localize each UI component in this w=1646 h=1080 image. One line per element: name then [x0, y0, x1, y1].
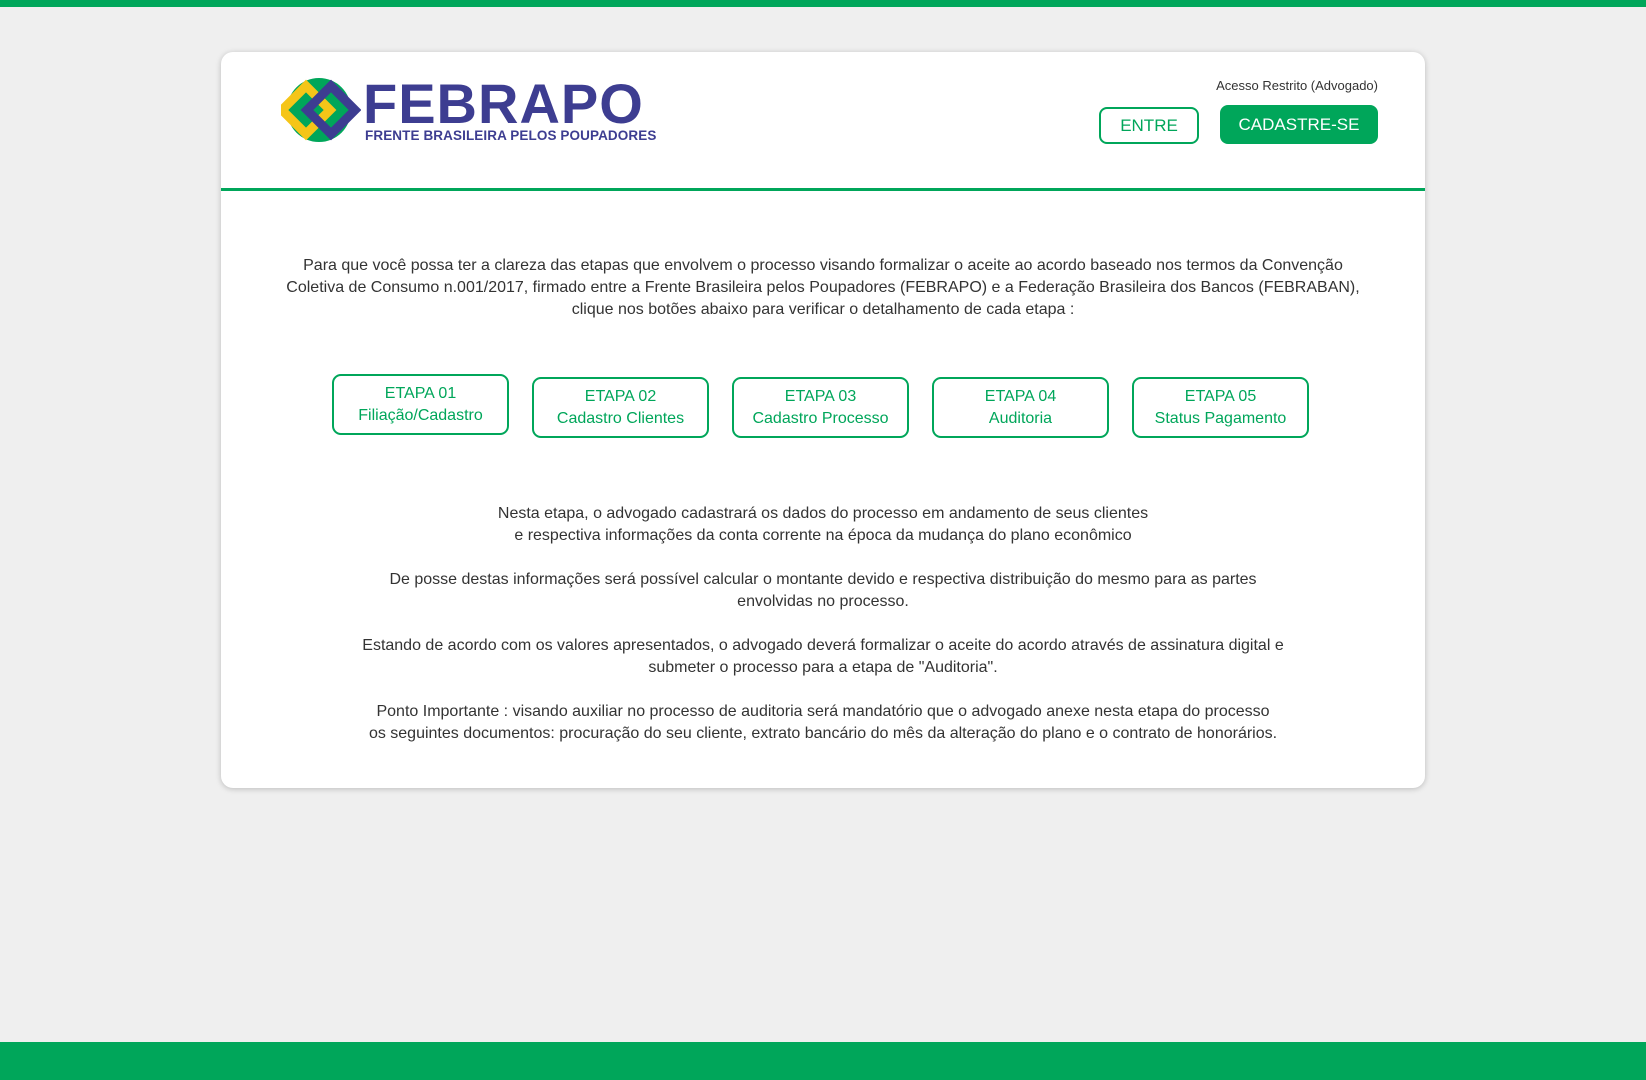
details-line: submeter o processo para a etapa de "Aud… [648, 659, 998, 676]
interlocked-squares-logo-icon [281, 78, 361, 142]
details-paragraph: De posse destas informações será possíve… [301, 569, 1345, 613]
step-title: Cadastro Clientes [556, 409, 685, 427]
intro-line: clique nos botões abaixo para verificar … [571, 301, 1075, 318]
intro-line: Coletiva de Consumo n.001/2017, firmado … [286, 279, 1360, 296]
details-line: Estando de acordo com os valores apresen… [362, 637, 1284, 654]
restricted-access-label: Acesso Restrito (Advogado) [1216, 78, 1378, 93]
step-label: ETAPA 03 [784, 387, 857, 405]
febrapo-logo[interactable]: FEBRAPO FRENTE BRASILEIRA PELOS POUPADOR… [281, 72, 656, 146]
step-button-05[interactable]: ETAPA 05 Status Pagamento [1132, 377, 1309, 438]
step-button-03[interactable]: ETAPA 03 Cadastro Processo [732, 377, 909, 438]
logo-wordmark: FEBRAPO [363, 72, 644, 135]
details-paragraph: Nesta etapa, o advogado cadastrará os da… [301, 503, 1345, 547]
step-label: ETAPA 02 [584, 387, 657, 405]
details-line: os seguintes documentos: procuração do s… [368, 725, 1278, 742]
details-line: Nesta etapa, o advogado cadastrará os da… [497, 505, 1149, 522]
main-card: FEBRAPO FRENTE BRASILEIRA PELOS POUPADOR… [221, 52, 1425, 788]
intro-text: Para que você possa ter a clareza das et… [261, 255, 1385, 321]
details-paragraph: Estando de acordo com os valores apresen… [301, 635, 1345, 679]
login-button[interactable]: ENTRE [1099, 107, 1199, 144]
top-accent-bar [0, 0, 1646, 7]
details-line: Ponto Importante : visando auxiliar no p… [376, 703, 1270, 720]
step-title: Auditoria [988, 409, 1053, 427]
step-button-04[interactable]: ETAPA 04 Auditoria [932, 377, 1109, 438]
logo-tagline: FRENTE BRASILEIRA PELOS POUPADORES [365, 128, 657, 143]
step-title: Filiação/Cadastro [358, 406, 483, 424]
intro-line: Para que você possa ter a clareza das et… [303, 257, 1343, 274]
signup-button[interactable]: CADASTRE-SE [1220, 105, 1378, 144]
footer-bar [0, 1042, 1646, 1080]
step-button-02[interactable]: ETAPA 02 Cadastro Clientes [532, 377, 709, 438]
page-header: FEBRAPO FRENTE BRASILEIRA PELOS POUPADOR… [221, 52, 1425, 191]
step-details: Nesta etapa, o advogado cadastrará os da… [301, 503, 1345, 767]
details-line: envolvidas no processo. [737, 593, 909, 610]
step-label: ETAPA 01 [384, 384, 457, 402]
details-line: De posse destas informações será possíve… [389, 571, 1257, 588]
step-title: Cadastro Processo [752, 409, 889, 427]
step-button-01[interactable]: ETAPA 01 Filiação/Cadastro [332, 374, 509, 435]
step-label: ETAPA 05 [1184, 387, 1257, 405]
details-line: e respectiva informações da conta corren… [514, 527, 1132, 544]
step-title: Status Pagamento [1154, 409, 1287, 427]
step-label: ETAPA 04 [984, 387, 1057, 405]
details-paragraph: Ponto Importante : visando auxiliar no p… [301, 701, 1345, 745]
